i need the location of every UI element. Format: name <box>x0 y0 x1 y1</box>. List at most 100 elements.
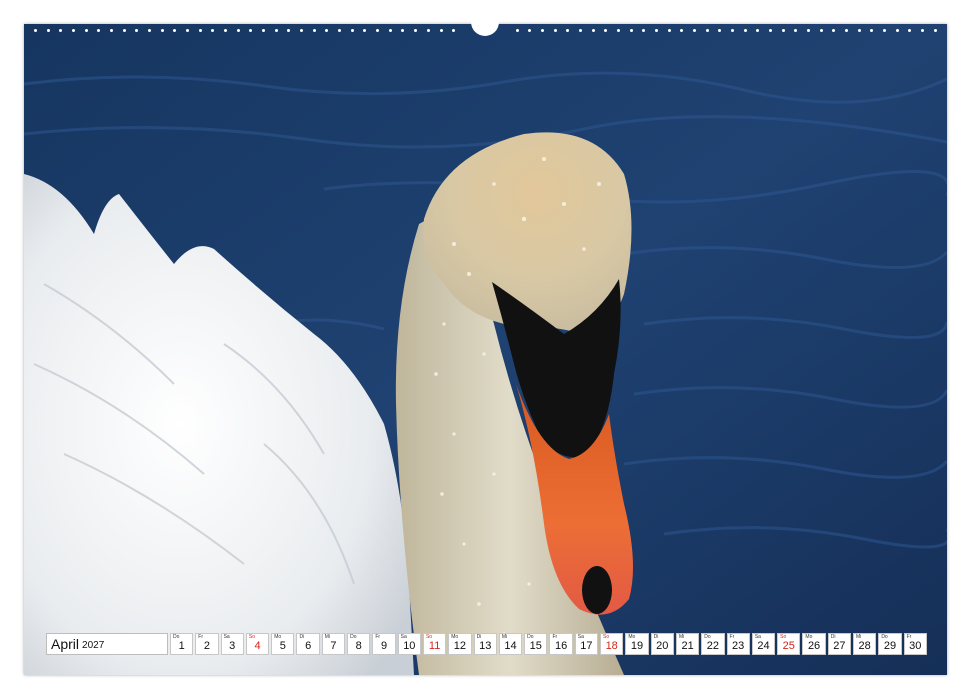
day-cell: Mi 28 <box>853 633 877 655</box>
binding-hole <box>781 28 785 32</box>
day-cell: Mo 5 <box>271 633 295 655</box>
day-cell: Fr 23 <box>726 633 750 655</box>
calendar-strip: April 2027 Do 1 Fr 2 Sa 3 So 4 Mo 5 Di 6 Mi 7 Do 8 Fr 9 Sa… <box>46 633 927 655</box>
binding-hole <box>692 28 696 32</box>
day-cell: Do 15 <box>524 633 548 655</box>
binding-hole <box>452 28 456 32</box>
day-number: 16 <box>554 640 568 652</box>
binding-hole <box>198 28 202 32</box>
binding-hole <box>97 28 101 32</box>
binding-hole <box>553 28 557 32</box>
day-number: 7 <box>330 640 337 652</box>
binding-hole <box>300 28 304 32</box>
binding-hole <box>350 28 354 32</box>
day-cell: So 25 <box>777 633 801 655</box>
day-cell: Di 27 <box>827 633 852 655</box>
day-number: 14 <box>504 640 517 652</box>
day-number: 9 <box>380 640 388 652</box>
binding-hole <box>604 28 608 32</box>
binding-hole <box>186 28 190 32</box>
binding-hole <box>819 28 823 32</box>
binding-hole <box>388 28 392 32</box>
binding-hole <box>148 28 152 32</box>
binding-hole <box>274 28 278 32</box>
day-number: 29 <box>883 640 897 652</box>
binding-hole <box>857 28 861 32</box>
binding-hole <box>705 28 709 32</box>
binding-hole <box>224 28 228 32</box>
day-cell: Do 1 <box>170 633 194 655</box>
day-number: 4 <box>254 640 261 652</box>
day-cell: Sa 10 <box>397 633 421 655</box>
day-cell: Mi 21 <box>675 633 700 655</box>
binding-hole <box>236 28 240 32</box>
swan-photo <box>24 24 947 675</box>
binding-hole <box>122 28 126 32</box>
day-cell: Do 29 <box>878 633 902 655</box>
day-number: 1 <box>178 640 185 652</box>
binding-hole <box>883 28 887 32</box>
binding-hole <box>591 28 595 32</box>
day-number: 25 <box>782 640 795 652</box>
month-name: April <box>51 636 80 652</box>
binding-hole <box>414 28 418 32</box>
day-cell: So 4 <box>245 633 270 655</box>
day-number: 3 <box>229 640 236 652</box>
binding-hole <box>578 28 582 32</box>
day-number: 8 <box>355 640 362 652</box>
day-number: 10 <box>403 640 416 652</box>
day-cell: Fr 16 <box>549 633 573 655</box>
binding-hole <box>135 28 139 32</box>
day-number: 22 <box>706 640 719 652</box>
binding-hole <box>376 28 380 32</box>
day-cell: Sa 24 <box>751 633 776 655</box>
day-number: 21 <box>681 640 694 652</box>
day-number: 24 <box>757 640 770 652</box>
binding-hole <box>363 28 367 32</box>
day-number: 11 <box>428 640 441 652</box>
binding-hole <box>629 28 633 32</box>
day-cell: Fr 9 <box>372 633 396 655</box>
day-cell: Di 13 <box>473 633 497 655</box>
day-number: 18 <box>605 640 618 652</box>
binding-hole <box>287 28 291 32</box>
binding-hole <box>730 28 734 32</box>
binding-hole <box>933 28 937 32</box>
binding-hole <box>439 28 443 32</box>
binding-hole <box>160 28 164 32</box>
binding-hole <box>566 28 570 32</box>
binding-hole <box>528 28 532 32</box>
beak-nail <box>582 566 612 614</box>
binding-hole <box>515 28 519 32</box>
binding-hole <box>832 28 836 32</box>
month-year: 2027 <box>82 639 105 651</box>
binding-hole <box>401 28 405 32</box>
day-number: 6 <box>305 640 312 652</box>
binding-hole <box>249 28 253 32</box>
binding-hole <box>616 28 620 32</box>
day-cell: Mi 14 <box>498 633 523 655</box>
day-cell: Sa 3 <box>220 633 244 655</box>
day-cell: So 11 <box>422 633 447 655</box>
binding-hole <box>870 28 874 32</box>
binding-hole <box>908 28 912 32</box>
binding-hole <box>540 28 544 32</box>
day-cell: Mo 19 <box>625 633 649 655</box>
day-cell: Fr 30 <box>903 633 927 655</box>
day-cell: Di 6 <box>296 633 320 655</box>
day-cell: So 18 <box>600 633 624 655</box>
day-cell: Mo 26 <box>802 633 826 655</box>
binding-hole <box>794 28 798 32</box>
binding-hole <box>312 28 316 32</box>
binding-hole <box>46 28 50 32</box>
day-number: 23 <box>732 640 745 652</box>
day-cell: Fr 2 <box>195 633 219 655</box>
day-cell: Do 22 <box>701 633 725 655</box>
binding-hole <box>173 28 177 32</box>
day-cell: Mo 12 <box>448 633 472 655</box>
day-cell: Do 8 <box>347 633 371 655</box>
day-number: 5 <box>279 640 286 652</box>
day-cell: Di 20 <box>650 633 674 655</box>
binding-hole <box>680 28 684 32</box>
binding-hole <box>921 28 925 32</box>
